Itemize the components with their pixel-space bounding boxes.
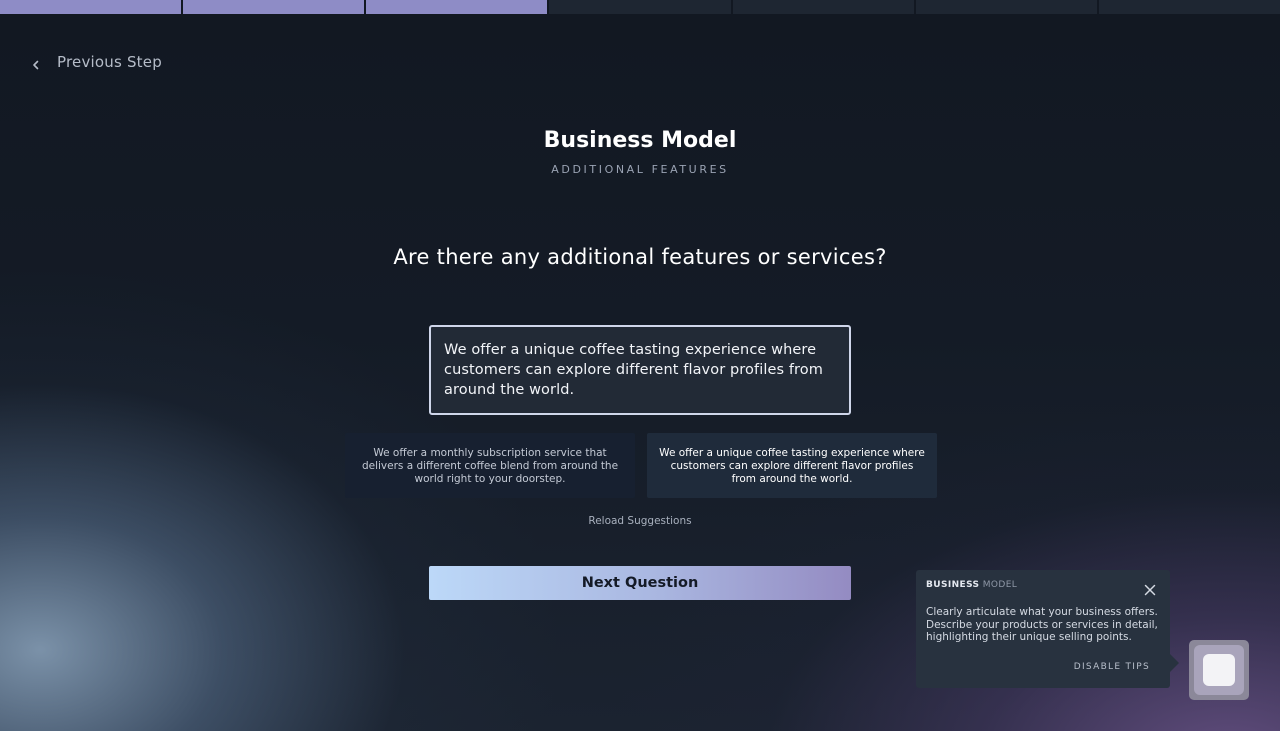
suggestion-card[interactable]: We offer a unique coffee tasting experie… — [647, 433, 937, 498]
next-question-button[interactable]: Next Question — [429, 566, 851, 600]
previous-step-label: Previous Step — [57, 53, 162, 71]
answer-textarea[interactable]: We offer a unique coffee tasting experie… — [429, 325, 851, 415]
reload-suggestions-button[interactable]: Reload Suggestions — [0, 515, 1280, 527]
assistant-button[interactable] — [1189, 640, 1249, 700]
suggestions-list: We offer a monthly subscription service … — [345, 433, 937, 498]
question-text: Are there any additional features or ser… — [393, 245, 887, 269]
tip-heading: BUSINESS MODEL — [926, 580, 1160, 590]
assistant-icon-core — [1203, 654, 1235, 686]
progress-segment — [183, 0, 365, 14]
close-icon[interactable] — [1144, 581, 1156, 596]
tip-panel: BUSINESS MODEL Clearly articulate what y… — [916, 570, 1179, 688]
suggestion-card[interactable]: We offer a monthly subscription service … — [345, 433, 635, 498]
progress-bar — [0, 0, 1280, 14]
tip-heading-light: MODEL — [982, 580, 1018, 590]
page-subtitle: ADDITIONAL FEATURES — [551, 163, 729, 176]
progress-segment — [366, 0, 548, 14]
progress-segment — [549, 0, 731, 14]
progress-segment — [0, 0, 182, 14]
tip-body: Clearly articulate what your business of… — [926, 606, 1158, 643]
disable-tips-button[interactable]: DISABLE TIPS — [1074, 662, 1150, 672]
progress-segment — [1098, 0, 1280, 14]
assistant-icon — [1194, 645, 1244, 695]
page-title: Business Model — [543, 128, 737, 153]
chevron-left-icon — [30, 56, 42, 70]
tip-heading-strong: BUSINESS — [926, 580, 980, 590]
progress-segment — [732, 0, 914, 14]
previous-step-button[interactable]: Previous Step — [30, 51, 162, 73]
progress-segment — [915, 0, 1097, 14]
